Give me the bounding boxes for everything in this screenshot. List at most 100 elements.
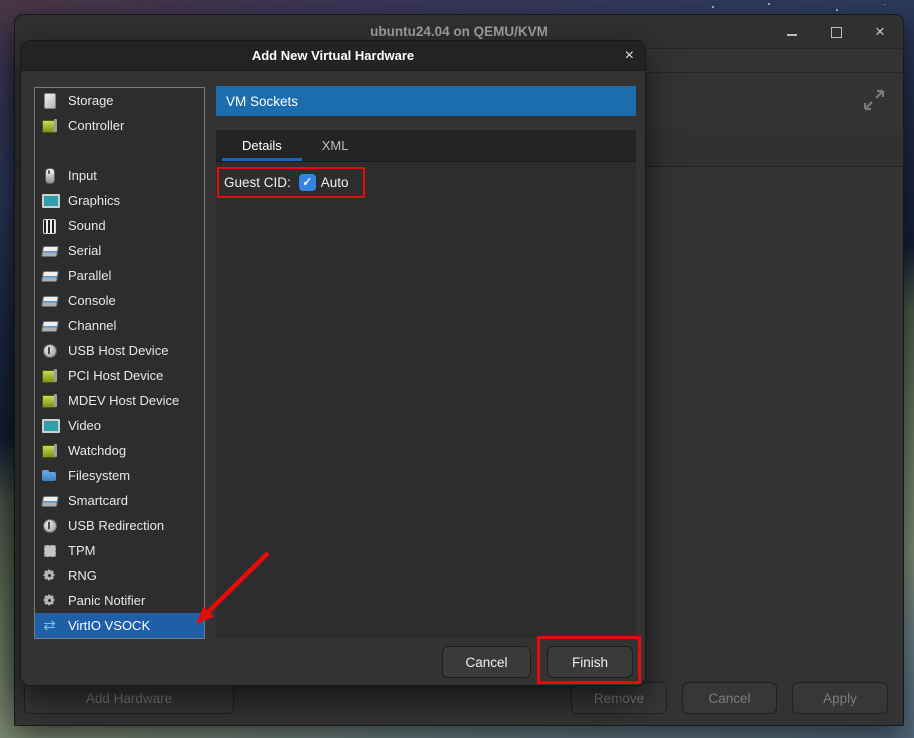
sidebar-item-pci-host-device[interactable]: PCI Host Device — [35, 363, 204, 388]
sidebar-item-label: Console — [68, 293, 116, 308]
sidebar-item-serial[interactable]: Serial — [35, 238, 204, 263]
sidebar-item-filesystem[interactable]: Filesystem — [35, 463, 204, 488]
guest-cid-row: Guest CID: ✓ Auto — [224, 169, 636, 195]
sidebar-item-virtio-vsock[interactable]: ⇄ VirtIO VSOCK — [35, 613, 204, 638]
sidebar-item-label: PCI Host Device — [68, 368, 163, 383]
chip-icon — [41, 542, 58, 559]
sidebar-item-parallel[interactable]: Parallel — [35, 263, 204, 288]
expand-icon[interactable] — [861, 87, 887, 113]
wallpaper-star — [836, 9, 838, 11]
tab-bar: Details XML — [216, 130, 636, 162]
dialog-header[interactable]: Add New Virtual Hardware × — [21, 41, 645, 71]
sidebar-item-label: Video — [68, 418, 101, 433]
serial-device-icon — [41, 292, 58, 309]
none-icon — [41, 142, 58, 159]
sidebar-item-rng[interactable]: RNG — [35, 563, 204, 588]
wallpaper-star — [884, 4, 885, 5]
serial-device-icon — [41, 492, 58, 509]
sidebar-item-label: Watchdog — [68, 443, 126, 458]
sidebar-item-label: Controller — [68, 118, 124, 133]
panel-header: VM Sockets — [216, 86, 636, 116]
sidebar-item-label: Panic Notifier — [68, 593, 145, 608]
auto-checkbox[interactable]: ✓ — [299, 174, 316, 191]
sidebar-item-watchdog[interactable]: Watchdog — [35, 438, 204, 463]
tab-xml[interactable]: XML — [302, 130, 369, 161]
apply-button[interactable]: Apply — [792, 682, 888, 714]
add-hardware-dialog: Add New Virtual Hardware × Storage Contro… — [20, 40, 646, 686]
sidebar-item-storage[interactable]: Storage — [35, 88, 204, 113]
wallpaper-star — [768, 3, 770, 5]
circuit-board-icon — [41, 442, 58, 459]
speaker-icon — [41, 217, 58, 234]
sidebar-item-empty[interactable] — [35, 138, 204, 163]
sidebar-item-label: Filesystem — [68, 468, 130, 483]
serial-device-icon — [41, 242, 58, 259]
wallpaper-star — [712, 6, 714, 8]
notebook: Details XML Guest CID: ✓ Auto — [216, 130, 636, 638]
sidebar-item-label: Graphics — [68, 193, 120, 208]
sidebar-item-mdev-host-device[interactable]: MDEV Host Device — [35, 388, 204, 413]
add-hardware-button[interactable]: Add Hardware — [24, 682, 234, 714]
circuit-board-icon — [41, 117, 58, 134]
sidebar-item-label: Sound — [68, 218, 106, 233]
finish-button[interactable]: Finish — [547, 646, 633, 678]
sidebar-item-usb-redirection[interactable]: USB Redirection — [35, 513, 204, 538]
details-tab-content: Guest CID: ✓ Auto — [216, 162, 636, 638]
sidebar-item-usb-host-device[interactable]: USB Host Device — [35, 338, 204, 363]
sidebar-item-label: Input — [68, 168, 97, 183]
minimize-icon[interactable] — [785, 25, 799, 39]
sidebar-item-controller[interactable]: Controller — [35, 113, 204, 138]
folder-icon — [41, 467, 58, 484]
usb-icon — [41, 517, 58, 534]
mouse-icon — [41, 167, 58, 184]
sidebar-item-label: USB Host Device — [68, 343, 168, 358]
dialog-cancel-button[interactable]: Cancel — [442, 646, 531, 678]
sidebar-item-channel[interactable]: Channel — [35, 313, 204, 338]
sidebar-item-label: RNG — [68, 568, 97, 583]
sidebar-item-smartcard[interactable]: Smartcard — [35, 488, 204, 513]
sidebar-item-graphics[interactable]: Graphics — [35, 188, 204, 213]
dialog-title: Add New Virtual Hardware — [252, 48, 414, 63]
panel-header-label: VM Sockets — [226, 94, 298, 109]
sidebar-item-label: Serial — [68, 243, 101, 258]
circuit-board-icon — [41, 367, 58, 384]
serial-device-icon — [41, 267, 58, 284]
sidebar-item-label: Smartcard — [68, 493, 128, 508]
sidebar-item-label: VirtIO VSOCK — [68, 618, 150, 633]
sidebar-item-label: Channel — [68, 318, 116, 333]
display-icon — [41, 192, 58, 209]
sidebar-item-tpm[interactable]: TPM — [35, 538, 204, 563]
sidebar-item-label: MDEV Host Device — [68, 393, 179, 408]
hardware-config-panel: VM Sockets Details XML Guest CID: ✓ Auto — [216, 86, 636, 638]
sidebar-item-label: TPM — [68, 543, 95, 558]
sidebar-item-console[interactable]: Console — [35, 288, 204, 313]
check-icon: ✓ — [302, 174, 312, 191]
vm-window-title: ubuntu24.04 on QEMU/KVM — [370, 24, 548, 39]
sidebar-item-label: Parallel — [68, 268, 111, 283]
close-icon[interactable]: × — [873, 25, 887, 39]
sidebar-item-input[interactable]: Input — [35, 163, 204, 188]
desktop: ubuntu24.04 on QEMU/KVM × Add Hardware R… — [0, 0, 914, 738]
sidebar-item-label: USB Redirection — [68, 518, 164, 533]
serial-device-icon — [41, 317, 58, 334]
circuit-board-icon — [41, 392, 58, 409]
gear-icon — [41, 567, 58, 584]
sidebar-item-label: Storage — [68, 93, 114, 108]
maximize-icon[interactable] — [829, 25, 843, 39]
gear-icon — [41, 592, 58, 609]
sidebar-item-sound[interactable]: Sound — [35, 213, 204, 238]
hardware-type-list: Storage Controller Input Graphics Sound Seria… — [34, 87, 205, 639]
usb-icon — [41, 342, 58, 359]
vm-cancel-button[interactable]: Cancel — [682, 682, 777, 714]
tab-details[interactable]: Details — [222, 130, 302, 161]
dialog-close-icon[interactable]: × — [625, 41, 634, 71]
window-controls: × — [785, 15, 887, 49]
sidebar-item-panic-notifier[interactable]: Panic Notifier — [35, 588, 204, 613]
disk-icon — [41, 92, 58, 109]
display-icon — [41, 417, 58, 434]
auto-label: Auto — [321, 175, 349, 190]
remove-button[interactable]: Remove — [571, 682, 667, 714]
sidebar-item-video[interactable]: Video — [35, 413, 204, 438]
guest-cid-label: Guest CID: — [224, 175, 291, 190]
swap-arrows-icon: ⇄ — [41, 617, 58, 634]
